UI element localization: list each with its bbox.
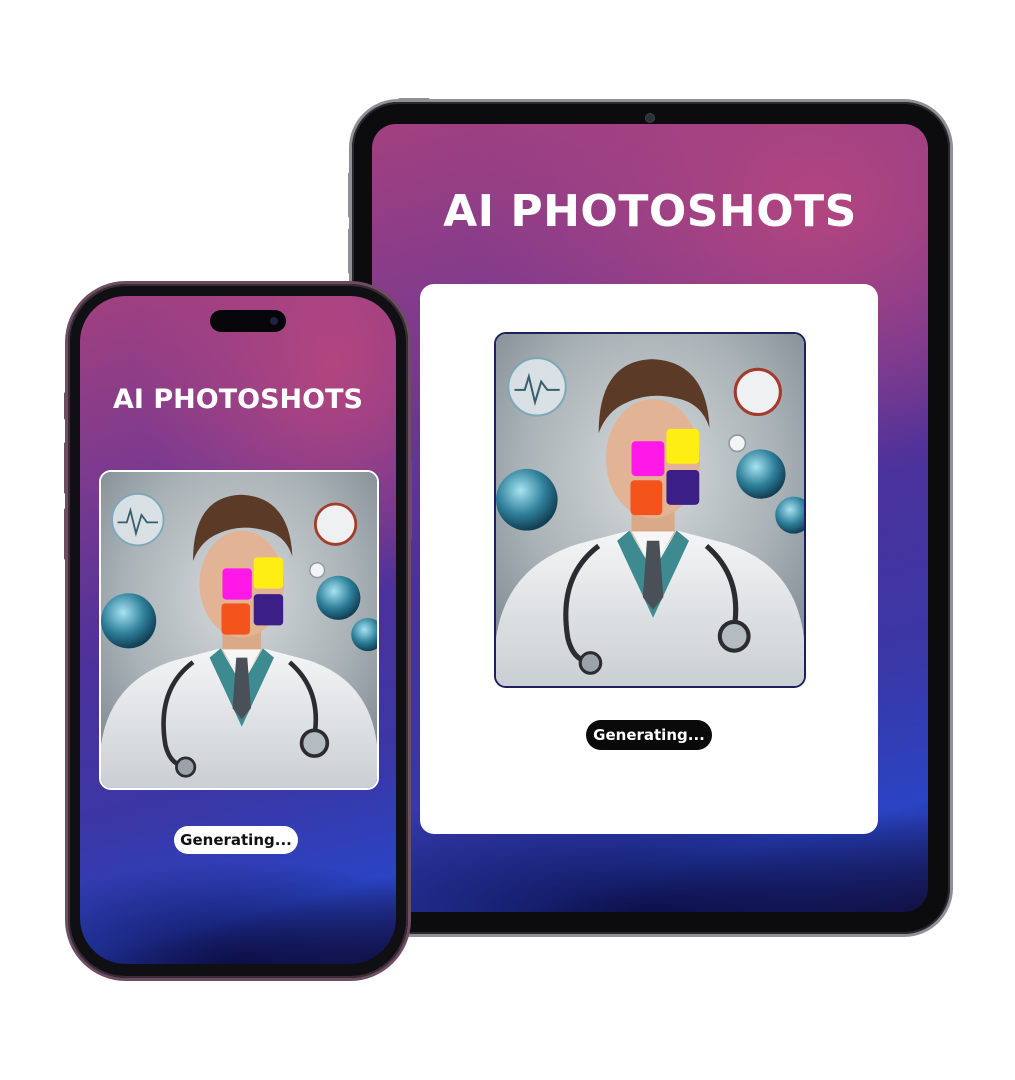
tablet-device: AI PHOTOSHOTS Generating... [348,98,950,934]
tablet-screen: AI PHOTOSHOTS Generating... [372,124,928,912]
generated-photo[interactable] [99,470,379,790]
tablet-top-button [720,99,742,102]
content-card: Generating... [420,284,878,834]
phone-power-button [408,460,412,540]
status-badge: Generating... [174,826,298,854]
dynamic-island [210,310,286,332]
app-title: AI PHOTOSHOTS [443,186,857,237]
doctor-portrait-image [496,334,804,686]
status-badge: Generating... [586,720,712,750]
tablet-top-button [398,98,430,102]
phone-screen: AI PHOTOSHOTS Generating... [80,296,396,964]
tablet-side-button [348,172,352,218]
phone-volume-down-button [64,508,68,560]
generated-photo[interactable] [494,332,806,688]
tablet-side-button [348,228,352,274]
tablet-camera-icon [646,114,654,122]
app-title: AI PHOTOSHOTS [113,384,363,415]
phone-device: AI PHOTOSHOTS Generating... [64,284,412,978]
doctor-portrait-image [101,472,377,788]
phone-action-button [64,392,68,420]
phone-volume-up-button [64,442,68,494]
front-camera-icon [270,317,278,325]
